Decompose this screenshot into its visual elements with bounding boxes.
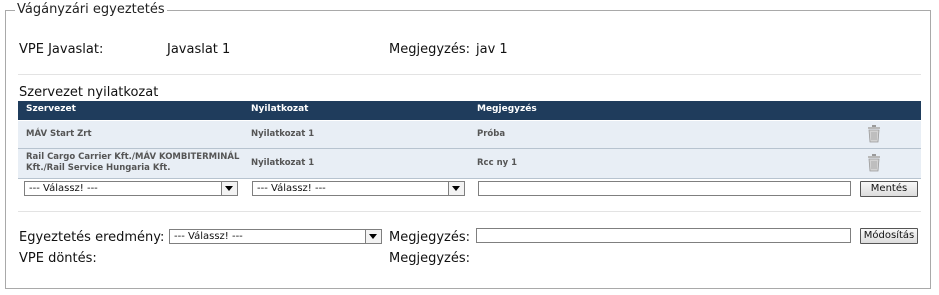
table-row: Rail Cargo Carrier Kft./MÁV KOMBITERMINÁ… [18,149,921,179]
row-org: Rail Cargo Carrier Kft./MÁV KOMBITERMINÁ… [26,152,240,173]
divider [18,74,921,75]
row-statement: Nyilatkozat 1 [251,158,315,168]
table-header: Szervezet Nyilatkozat Megjegyzés [18,101,921,120]
result-select[interactable]: --- Válassz! --- [169,229,382,244]
row-statement: Nyilatkozat 1 [251,129,315,139]
trash-icon[interactable] [867,154,881,172]
save-button[interactable]: Mentés [860,181,918,197]
modify-button[interactable]: Módosítás [860,228,918,244]
note-input[interactable] [478,181,851,196]
column-header-note: Megjegyzés [477,104,537,114]
proposal-note-value: jav 1 [476,42,508,57]
statement-select-value: --- Válassz! --- [257,183,326,194]
column-header-statement: Nyilatkozat [251,104,309,114]
org-section-title: Szervezet nyilatkozat [19,85,159,100]
divider [18,211,921,212]
row-org: MÁV Start Zrt [26,129,92,139]
proposal-label: VPE Javaslat: [19,42,104,57]
org-select[interactable]: --- Válassz! --- [24,181,238,196]
column-header-org: Szervezet [26,104,76,114]
result-select-value: --- Válassz! --- [174,231,243,242]
decision-note-label: Megjegyzés: [389,251,470,266]
chevron-down-icon[interactable] [221,182,237,195]
table-row: MÁV Start Zrt Nyilatkozat 1 Próba [18,121,921,149]
statement-select[interactable]: --- Válassz! --- [252,181,465,196]
row-note: Próba [477,129,506,139]
result-note-input[interactable] [476,228,851,243]
row-note: Rcc ny 1 [477,158,518,168]
chevron-down-icon[interactable] [365,230,381,243]
panel-title: Vágányzári egyeztetés [15,2,167,17]
trash-icon[interactable] [867,125,881,143]
proposal-note-label: Megjegyzés: [389,42,470,57]
result-label: Egyeztetés eredmény: [19,230,165,245]
proposal-value: Javaslat 1 [167,42,231,57]
chevron-down-icon[interactable] [448,182,464,195]
decision-label: VPE döntés: [19,251,97,266]
org-select-value: --- Válassz! --- [29,183,98,194]
result-note-label: Megjegyzés: [389,230,470,245]
